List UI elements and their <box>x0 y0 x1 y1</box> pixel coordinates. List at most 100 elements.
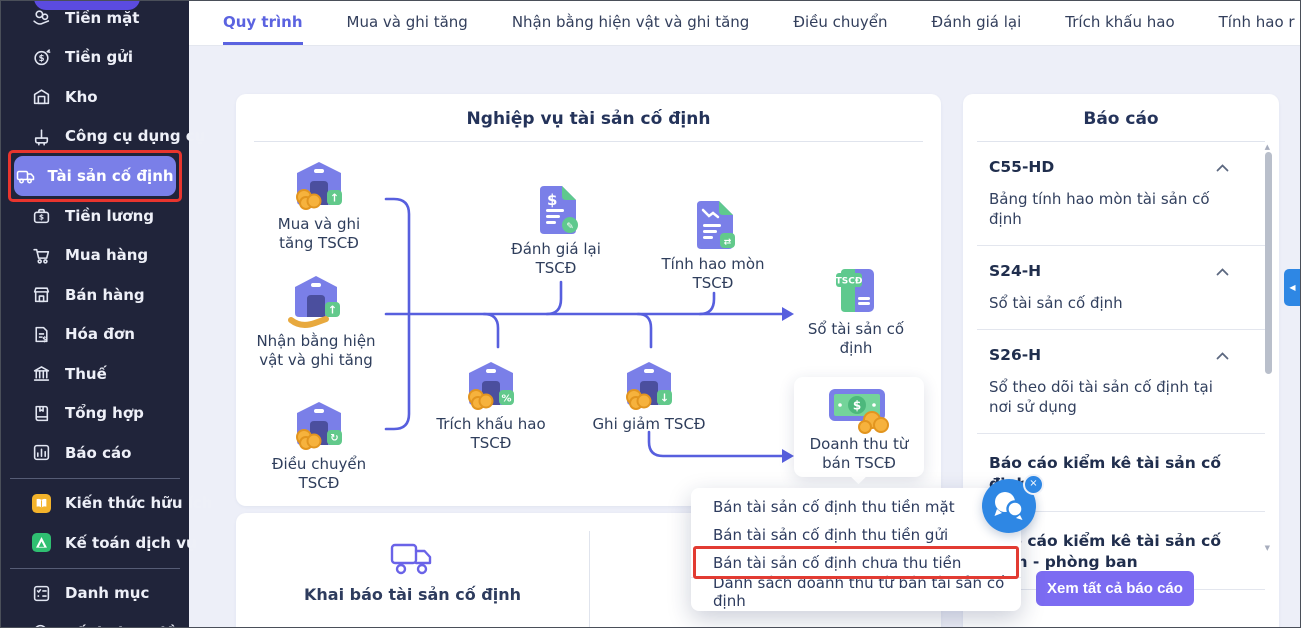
svg-text:↑: ↑ <box>328 304 337 317</box>
declare-label: Khai báo tài sản cố định <box>304 585 521 604</box>
menu-item-thu-tien-gui[interactable]: Bán tài sản cố định thu tiền gửi <box>691 521 1021 549</box>
sidebar-item-label: Tiền lương <box>65 206 154 225</box>
sidebar-item-label: Công cụ dụng cụ <box>65 127 206 146</box>
sidebar-item-label: Kế toán dịch vụ <box>65 533 197 552</box>
sidebar-item-thue[interactable]: Thuế <box>1 354 189 394</box>
node-so-tai-san-co-dinh[interactable]: TSCĐ Sổ tài sản cố định <box>796 262 916 358</box>
warehouse-down-icon: ↓ <box>626 362 672 410</box>
sidebar-item-label: Bán hàng <box>65 285 145 304</box>
menu-item-danh-sach-doanh-thu[interactable]: Danh sách doanh thu từ bán tài sản cố đị… <box>691 574 1021 610</box>
node-danh-gia-lai[interactable]: $ ✎ Đánh giá lại TSCĐ <box>496 182 616 278</box>
sidebar-item-bao-cao[interactable]: Báo cáo <box>1 433 189 473</box>
node-trich-khau-hao[interactable]: % Trích khấu hao TSCĐ <box>431 357 551 453</box>
node-nhan-bang-hien-vat[interactable]: ↑ Nhận bằng hiện vật và ghi tăng <box>246 272 386 370</box>
chevron-up-icon[interactable] <box>1216 262 1229 280</box>
chevron-up-icon[interactable] <box>1216 346 1229 364</box>
report-item[interactable]: Sổ theo dõi tài sản cố định tại nơi sử d… <box>989 377 1229 417</box>
report-item[interactable]: Bảng tính hao mòn tài sản cố định <box>989 189 1229 229</box>
node-ghi-giam[interactable]: ↓ Ghi giảm TSCĐ <box>584 357 714 434</box>
chevron-up-icon[interactable] <box>1216 158 1229 176</box>
node-label: Tính hao mòn TSCĐ <box>661 255 765 292</box>
tab-mua-va-ghi-tang[interactable]: Mua và ghi tăng <box>347 1 468 45</box>
sidebar-item-hoa-don[interactable]: $ Hóa đơn <box>1 315 189 355</box>
tab-bar: Quy trình Mua và ghi tăng Nhận bằng hiện… <box>189 1 1300 46</box>
sidebar-item-label: Tổng hợp <box>65 404 144 423</box>
menu-item-thu-tien-mat[interactable]: Bán tài sản cố định thu tiền mặt <box>691 493 1021 521</box>
view-all-reports-button[interactable]: Xem tất cả báo cáo <box>1036 571 1194 606</box>
sidebar-item-mua-hang[interactable]: Mua hàng <box>1 236 189 276</box>
scroll-up-icon[interactable]: ▲ <box>1265 143 1270 151</box>
report-panel-title: Báo cáo <box>1083 109 1159 129</box>
node-tinh-hao-mon[interactable]: ⇄ Tính hao mòn TSCĐ <box>653 197 773 293</box>
report-code-label: S24-H <box>989 262 1042 280</box>
workflow-card: Nghiệp vụ tài sản cố định ↑ Mua và ghi t… <box>236 94 941 506</box>
report-item[interactable]: Sổ tài sản cố định <box>989 293 1229 313</box>
report-divider <box>977 245 1265 246</box>
node-dieu-chuyen[interactable]: ↻ Điều chuyển TSCĐ <box>259 397 379 493</box>
list-icon <box>31 583 51 603</box>
node-label: Ghi giảm TSCĐ <box>592 415 706 433</box>
tab-dieu-chuyen[interactable]: Điều chuyển <box>793 1 887 45</box>
document-depreciation-icon: ⇄ <box>697 201 735 249</box>
opening-balance-icon: $ <box>31 623 51 627</box>
cart-icon <box>31 245 51 265</box>
money-coins-icon: $ <box>829 389 889 434</box>
sidebar-item-danh-muc[interactable]: Danh mục <box>1 574 189 614</box>
warehouse-transfer-icon: ↻ <box>296 402 342 450</box>
invoice-icon: $ <box>31 324 51 344</box>
declare-asset-link[interactable]: Khai báo tài sản cố định <box>236 513 589 604</box>
report-scrollbar-thumb[interactable] <box>1265 152 1272 374</box>
sell-asset-dropdown: Bán tài sản cố định thu tiền mặt Bán tài… <box>691 488 1021 611</box>
svg-text:↓: ↓ <box>660 392 669 405</box>
sidebar-divider <box>10 567 180 569</box>
deposit-icon: $ <box>31 47 51 67</box>
tab-trich-khau-hao[interactable]: Trích khấu hao <box>1065 1 1174 45</box>
sidebar-item-label: Hóa đơn <box>65 325 135 344</box>
sidebar-item-kho[interactable]: Kho <box>1 77 189 117</box>
report-code-s26h[interactable]: S26-H <box>989 346 1229 364</box>
sidebar-item-ke-toan-dich-vu[interactable]: Kế toán dịch vụ <box>1 523 197 563</box>
sidebar-item-tai-san-co-dinh[interactable]: Tài sản cố định <box>14 156 176 196</box>
truck-icon <box>16 166 36 186</box>
tab-tinh-hao-mon[interactable]: Tính hao r <box>1219 1 1295 45</box>
sidebar-item-label: Tiền mặt <box>65 8 140 27</box>
sidebar-divider <box>10 477 180 479</box>
payroll-icon: $ <box>31 206 51 226</box>
tab-nhan-bang-hien-vat[interactable]: Nhận bằng hiện vật và ghi tăng <box>512 1 750 45</box>
tab-danh-gia-lai[interactable]: Đánh giá lại <box>932 1 1022 45</box>
collapse-panel-tab[interactable]: ◀ <box>1284 269 1300 306</box>
chat-bubbles-icon <box>994 492 1024 520</box>
asset-book-icon: TSCĐ <box>836 269 874 312</box>
amis-triangle-icon <box>31 533 51 553</box>
menu-item-chua-thu-tien[interactable]: Bán tài sản cố định chưa thu tiền <box>691 549 1021 577</box>
sidebar-item-ban-hang[interactable]: Bán hàng <box>1 275 189 315</box>
tab-quy-trinh[interactable]: Quy trình <box>223 1 303 45</box>
sidebar-item-tong-hop[interactable]: Tổng hợp <box>1 394 189 434</box>
sidebar-item-label: Tiền gửi <box>65 48 134 67</box>
svg-text:TSCĐ: TSCĐ <box>836 277 863 287</box>
store-icon <box>31 285 51 305</box>
report-item-kiem-ke-phong-ban[interactable]: Báo cáo kiểm kê tài sản cố định - phòng … <box>989 531 1229 573</box>
node-doanh-thu-tu-ban[interactable]: $ Doanh thu từ bán TSCĐ <box>794 377 924 485</box>
sidebar-item-label: Mua hàng <box>65 246 149 265</box>
sidebar-item-so-du-ban-dau[interactable]: $ Số dư ban đầu <box>1 613 189 627</box>
bank-icon <box>31 364 51 384</box>
report-code-c55hd[interactable]: C55-HD <box>989 158 1229 176</box>
chat-close-icon[interactable]: × <box>1023 474 1044 495</box>
truck-outline-icon <box>390 543 431 575</box>
scroll-down-icon[interactable]: ▼ <box>1265 544 1270 552</box>
warehouse-hand-icon: ↑ <box>288 276 340 328</box>
report-title-divider <box>977 141 1265 142</box>
sidebar-item-tien-gui[interactable]: $ Tiền gửi <box>1 38 189 78</box>
cash-hand-icon <box>31 8 51 28</box>
report-code-label: S26-H <box>989 346 1042 364</box>
app-window: Tiền mặt $ Tiền gửi Kho Công cụ dụng cụ … <box>0 0 1301 628</box>
sidebar-item-kien-thuc-huu-ich[interactable]: Kiến thức hữu ích <box>1 484 212 524</box>
node-label: Mua và ghi tăng TSCĐ <box>277 215 361 252</box>
svg-text:↑: ↑ <box>330 192 339 205</box>
svg-text:$: $ <box>42 335 47 343</box>
node-mua-va-ghi-tang[interactable]: ↑ Mua và ghi tăng TSCĐ <box>259 157 379 253</box>
svg-text:↻: ↻ <box>330 433 338 444</box>
svg-text:✎: ✎ <box>566 222 574 232</box>
report-code-s24h[interactable]: S24-H <box>989 262 1229 280</box>
